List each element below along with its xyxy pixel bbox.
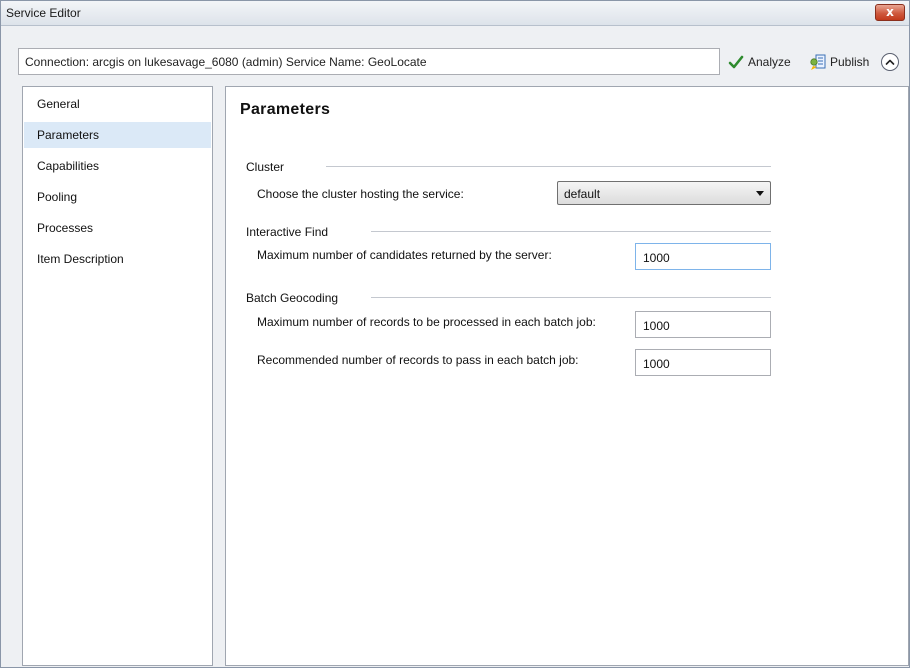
cluster-select[interactable]: default	[557, 181, 771, 205]
sidebar-item-general[interactable]: General	[24, 91, 211, 117]
dropdown-arrow-icon	[756, 191, 764, 196]
publish-icon	[810, 54, 826, 70]
section-title-cluster: Cluster	[246, 160, 293, 174]
cluster-label: Choose the cluster hosting the service:	[257, 187, 464, 201]
chevron-up-icon	[885, 59, 895, 65]
max-candidates-input[interactable]: 1000	[635, 243, 771, 270]
sidebar-item-label: Parameters	[37, 128, 100, 142]
recommended-records-value: 1000	[643, 357, 670, 371]
recommended-records-label: Recommended number of records to pass in…	[257, 353, 579, 367]
max-candidates-value: 1000	[643, 251, 670, 265]
connection-info-text: Connection: arcgis on lukesavage_6080 (a…	[25, 55, 427, 69]
parameters-panel: Parameters Cluster Choose the cluster ho…	[225, 86, 909, 666]
section-title-interactive-find: Interactive Find	[246, 225, 337, 239]
title-bar: Service Editor x	[1, 1, 909, 26]
page-title: Parameters	[240, 101, 331, 118]
sidebar-item-item-description[interactable]: Item Description	[24, 246, 211, 272]
toolbar: Connection: arcgis on lukesavage_6080 (a…	[1, 26, 909, 78]
max-records-batch-input[interactable]: 1000	[635, 311, 771, 338]
publish-label: Publish	[830, 55, 870, 69]
close-icon: x	[886, 5, 894, 19]
sidebar-item-label: Item Description	[37, 252, 124, 266]
sidebar-item-label: Capabilities	[37, 159, 100, 173]
sidebar-item-label: General	[37, 97, 80, 111]
sidebar-item-label: Processes	[37, 221, 94, 235]
publish-button[interactable]: Publish	[809, 52, 869, 72]
max-candidates-label: Maximum number of candidates returned by…	[257, 248, 552, 262]
sidebar-item-pooling[interactable]: Pooling	[24, 184, 211, 210]
sidebar-nav: General Parameters Capabilities Pooling …	[22, 86, 213, 666]
section-divider	[326, 166, 771, 167]
connection-info-box: Connection: arcgis on lukesavage_6080 (a…	[18, 48, 720, 75]
section-divider	[371, 231, 771, 232]
sidebar-item-capabilities[interactable]: Capabilities	[24, 153, 211, 179]
sidebar-item-parameters[interactable]: Parameters	[24, 122, 211, 148]
analyze-button[interactable]: Analyze	[728, 52, 791, 72]
collapse-button[interactable]	[881, 53, 899, 71]
section-divider	[371, 297, 771, 298]
cluster-select-value: default	[564, 187, 601, 201]
window-title: Service Editor	[6, 6, 81, 20]
section-title-batch-geocoding: Batch Geocoding	[246, 291, 347, 305]
sidebar-item-label: Pooling	[37, 190, 78, 204]
max-records-batch-label: Maximum number of records to be processe…	[257, 315, 596, 329]
checkmark-icon	[728, 55, 744, 69]
recommended-records-input[interactable]: 1000	[635, 349, 771, 376]
sidebar-item-processes[interactable]: Processes	[24, 215, 211, 241]
max-records-batch-value: 1000	[643, 319, 670, 333]
service-editor-window: Service Editor x Connection: arcgis on l…	[0, 0, 910, 668]
analyze-label: Analyze	[748, 55, 791, 69]
close-button[interactable]: x	[875, 4, 905, 21]
